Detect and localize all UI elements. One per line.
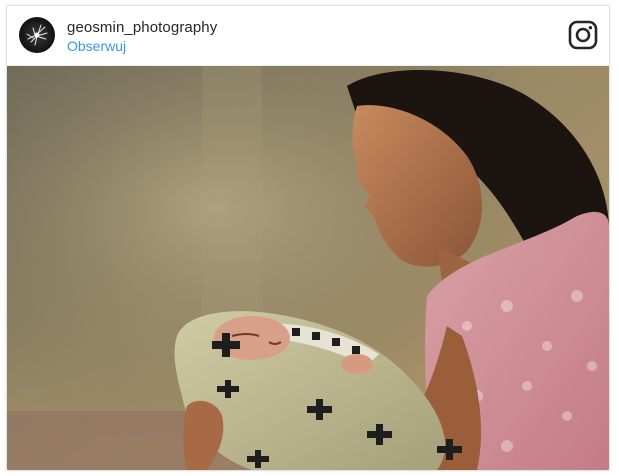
post-header: geosmin_photography Obserwuj <box>7 6 609 66</box>
profile-avatar[interactable] <box>19 17 55 53</box>
username-link[interactable]: geosmin_photography <box>67 19 217 37</box>
photo-image <box>7 66 609 470</box>
instagram-icon[interactable] <box>568 20 598 50</box>
post-photo[interactable] <box>7 66 609 470</box>
follow-link[interactable]: Obserwuj <box>67 38 126 55</box>
instagram-embed: geosmin_photography Obserwuj <box>6 5 610 471</box>
avatar-logo-icon <box>26 24 48 46</box>
